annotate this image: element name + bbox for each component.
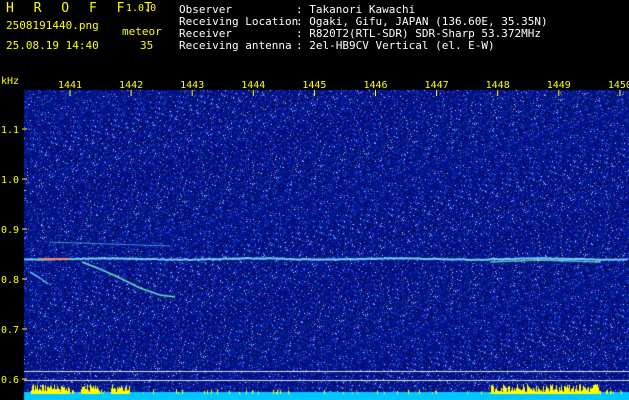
file-name: 2508191440.png xyxy=(6,19,99,32)
freq-tick-label: 0.7 xyxy=(1,325,19,336)
freq-tick-label: 0.9 xyxy=(1,225,19,236)
meteor-count: 35 xyxy=(140,39,154,52)
app-version: 1.0.0 xyxy=(126,3,157,14)
freq-tick-label: 0.6 xyxy=(1,375,19,386)
antenna-label: Receiving antenna xyxy=(179,39,292,52)
time-tick-label: 1444 xyxy=(241,80,265,91)
time-tick-label: 1445 xyxy=(302,80,326,91)
time-tick-label: 1448 xyxy=(486,80,510,91)
meteor-label: meteor xyxy=(122,25,162,38)
date-time: 25.08.19 14:40 xyxy=(6,39,99,52)
time-tick-label: 1449 xyxy=(547,80,571,91)
freq-tick-label: 1.1 xyxy=(1,125,19,136)
time-tick-label: 1446 xyxy=(363,80,387,91)
time-tick-label: 1443 xyxy=(180,80,204,91)
header-panel: H R O F F T 1.0.0 2508191440.png 25.08.1… xyxy=(0,0,629,75)
time-tick-label: 1447 xyxy=(425,80,449,91)
freq-tick-label: 1.0 xyxy=(1,175,19,186)
antenna-value: : 2el-HB9CV Vertical (el. E-W) xyxy=(296,39,495,52)
time-tick-label: 1442 xyxy=(119,80,143,91)
axis-overlay: kHz 1441 1442 1443 1444 1445 1446 1447 1448 1449 1… xyxy=(1,76,629,386)
time-tick-label: 1441 xyxy=(58,80,82,91)
axis-unit-label: kHz xyxy=(1,76,19,87)
freq-tick-label: 0.8 xyxy=(1,275,19,286)
time-tick-label: 1450 xyxy=(608,80,629,91)
